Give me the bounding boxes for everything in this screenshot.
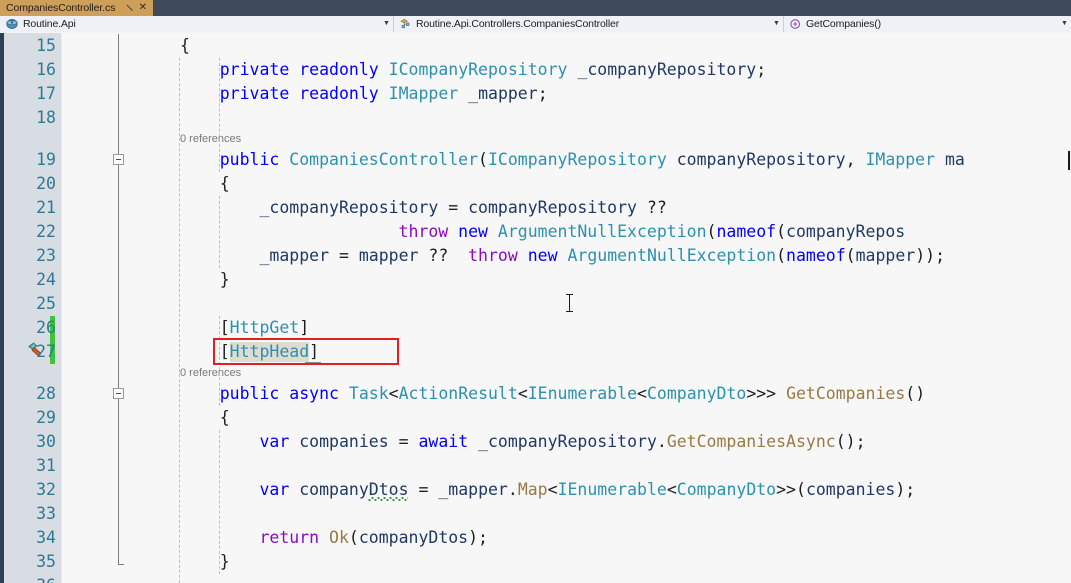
code-line-21[interactable]: 21 _companyRepository = companyRepositor… [36, 196, 1071, 220]
line-number: 15 [36, 36, 56, 55]
project-icon [6, 18, 19, 30]
code-text[interactable]: { [180, 172, 230, 196]
line-number: 20 [36, 174, 56, 193]
chevron-down-icon[interactable]: ▼ [380, 16, 393, 32]
navigation-bar: Routine.Api ▼ Routine.Api.Controllers.Co… [0, 16, 1071, 32]
code-line-22[interactable]: 22 throw new ArgumentNullException(nameo… [36, 220, 1071, 244]
line-number: 21 [36, 198, 56, 217]
line-number: 19 [36, 150, 56, 169]
line-number: 35 [36, 552, 56, 571]
code-line-19[interactable]: 19 public CompaniesController(ICompanyRe… [36, 148, 1071, 172]
code-line-31[interactable]: 31 [36, 454, 1071, 478]
code-line-16[interactable]: 16 private readonly ICompanyRepository _… [36, 58, 1071, 82]
code-text[interactable]: var companyDtos = _mapper.Map<IEnumerabl… [180, 478, 915, 502]
line-number: 16 [36, 60, 56, 79]
chevron-down-icon[interactable]: ▼ [770, 16, 783, 32]
code-line-17[interactable]: 17 private readonly IMapper _mapper; [36, 82, 1071, 106]
code-text[interactable]: } [180, 268, 230, 292]
code-text[interactable]: { [180, 34, 190, 58]
line-number: 23 [36, 246, 56, 265]
code-line-36[interactable]: 36 [36, 574, 1071, 583]
code-text[interactable]: var companies = await _companyRepository… [180, 430, 865, 454]
line-number: 24 [36, 270, 56, 289]
spelling-squiggle [368, 497, 408, 501]
member-name: GetCompanies() [806, 18, 881, 30]
tab-label: CompaniesController.cs [6, 2, 116, 14]
mouse-text-cursor [566, 294, 573, 312]
code-line-26[interactable]: 26 [HttpGet] [36, 316, 1071, 340]
tab-companiescontroller-cs[interactable]: CompaniesController.cs ─ ✕ [0, 0, 154, 16]
close-icon[interactable]: ✕ [137, 0, 148, 16]
code-line-20[interactable]: 20 { [36, 172, 1071, 196]
code-editor[interactable]: 15 {16 private readonly ICompanyRepositor… [0, 33, 1071, 583]
code-text[interactable]: throw new ArgumentNullException(nameof(c… [180, 220, 906, 244]
line-number: 26 [36, 318, 56, 337]
line-number: 34 [36, 528, 56, 547]
code-text[interactable]: } [180, 550, 230, 574]
line-number: 22 [36, 222, 56, 241]
code-text[interactable]: return Ok(companyDtos); [180, 526, 488, 550]
text-insertion-caret [1068, 151, 1070, 170]
code-line-23[interactable]: 23 _mapper = mapper ?? throw new Argumen… [36, 244, 1071, 268]
type-dropdown[interactable]: Routine.Api.Controllers.CompaniesControl… [394, 16, 784, 32]
code-line-30[interactable]: 30 var companies = await _companyReposit… [36, 430, 1071, 454]
line-number: 28 [36, 384, 56, 403]
code-line-27[interactable]: 27 [HttpHead] [36, 340, 1071, 364]
visual-studio-editor-window: CompaniesController.cs ─ ✕ Routine.Api ▼ [0, 0, 1071, 583]
line-number: 31 [36, 456, 56, 475]
code-line-32[interactable]: 32 var companyDtos = _mapper.Map<IEnumer… [36, 478, 1071, 502]
fold-toggle-line-19[interactable] [113, 154, 124, 165]
line-number: 29 [36, 408, 56, 427]
codelens-references[interactable]: 0 references [180, 132, 241, 146]
code-text[interactable]: private readonly IMapper _mapper; [180, 82, 548, 106]
code-text[interactable]: _mapper = mapper ?? throw new ArgumentNu… [180, 244, 945, 268]
code-text[interactable]: _companyRepository = companyRepository ?… [180, 196, 666, 220]
code-line-24[interactable]: 24 } [36, 268, 1071, 292]
line-number: 18 [36, 108, 56, 127]
line-number: 17 [36, 84, 56, 103]
code-line-25[interactable]: 25 [36, 292, 1071, 316]
code-text[interactable]: [HttpGet] [180, 316, 309, 340]
attribute-underline [304, 362, 321, 363]
code-surface[interactable]: 15 {16 private readonly ICompanyRepositor… [36, 33, 1071, 583]
code-line-28[interactable]: 28 public async Task<ActionResult<IEnume… [36, 382, 1071, 406]
chevron-down-icon[interactable]: ▼ [1058, 16, 1071, 32]
code-line-15[interactable]: 15 { [36, 34, 1071, 58]
codelens-references[interactable]: 0 references [180, 366, 241, 380]
fold-toggle-line-28[interactable] [113, 388, 124, 399]
code-text[interactable]: { [180, 406, 230, 430]
code-line-34[interactable]: 34 return Ok(companyDtos); [36, 526, 1071, 550]
project-dropdown[interactable]: Routine.Api ▼ [0, 16, 394, 32]
code-text[interactable]: [HttpHead] [180, 340, 319, 364]
line-number: 33 [36, 504, 56, 523]
member-dropdown[interactable]: GetCompanies() ▼ [784, 16, 1071, 32]
line-number: 27 [36, 342, 56, 361]
code-text[interactable]: public CompaniesController(ICompanyRepos… [180, 148, 965, 172]
line-number: 32 [36, 480, 56, 499]
code-line-33[interactable]: 33 [36, 502, 1071, 526]
code-text[interactable]: private readonly ICompanyRepository _com… [180, 58, 766, 82]
method-icon [789, 18, 802, 30]
code-line-35[interactable]: 35 } [36, 550, 1071, 574]
code-line-18[interactable]: 18 [36, 106, 1071, 130]
class-icon [399, 18, 412, 30]
line-number: 25 [36, 294, 56, 313]
project-name: Routine.Api [23, 18, 76, 30]
editor-tab-strip: CompaniesController.cs ─ ✕ [0, 0, 1071, 16]
line-number: 36 [0, 574, 56, 583]
type-name: Routine.Api.Controllers.CompaniesControl… [416, 18, 620, 30]
code-line-29[interactable]: 29 { [36, 406, 1071, 430]
code-text[interactable]: public async Task<ActionResult<IEnumerab… [180, 382, 925, 406]
line-number: 30 [36, 432, 56, 451]
